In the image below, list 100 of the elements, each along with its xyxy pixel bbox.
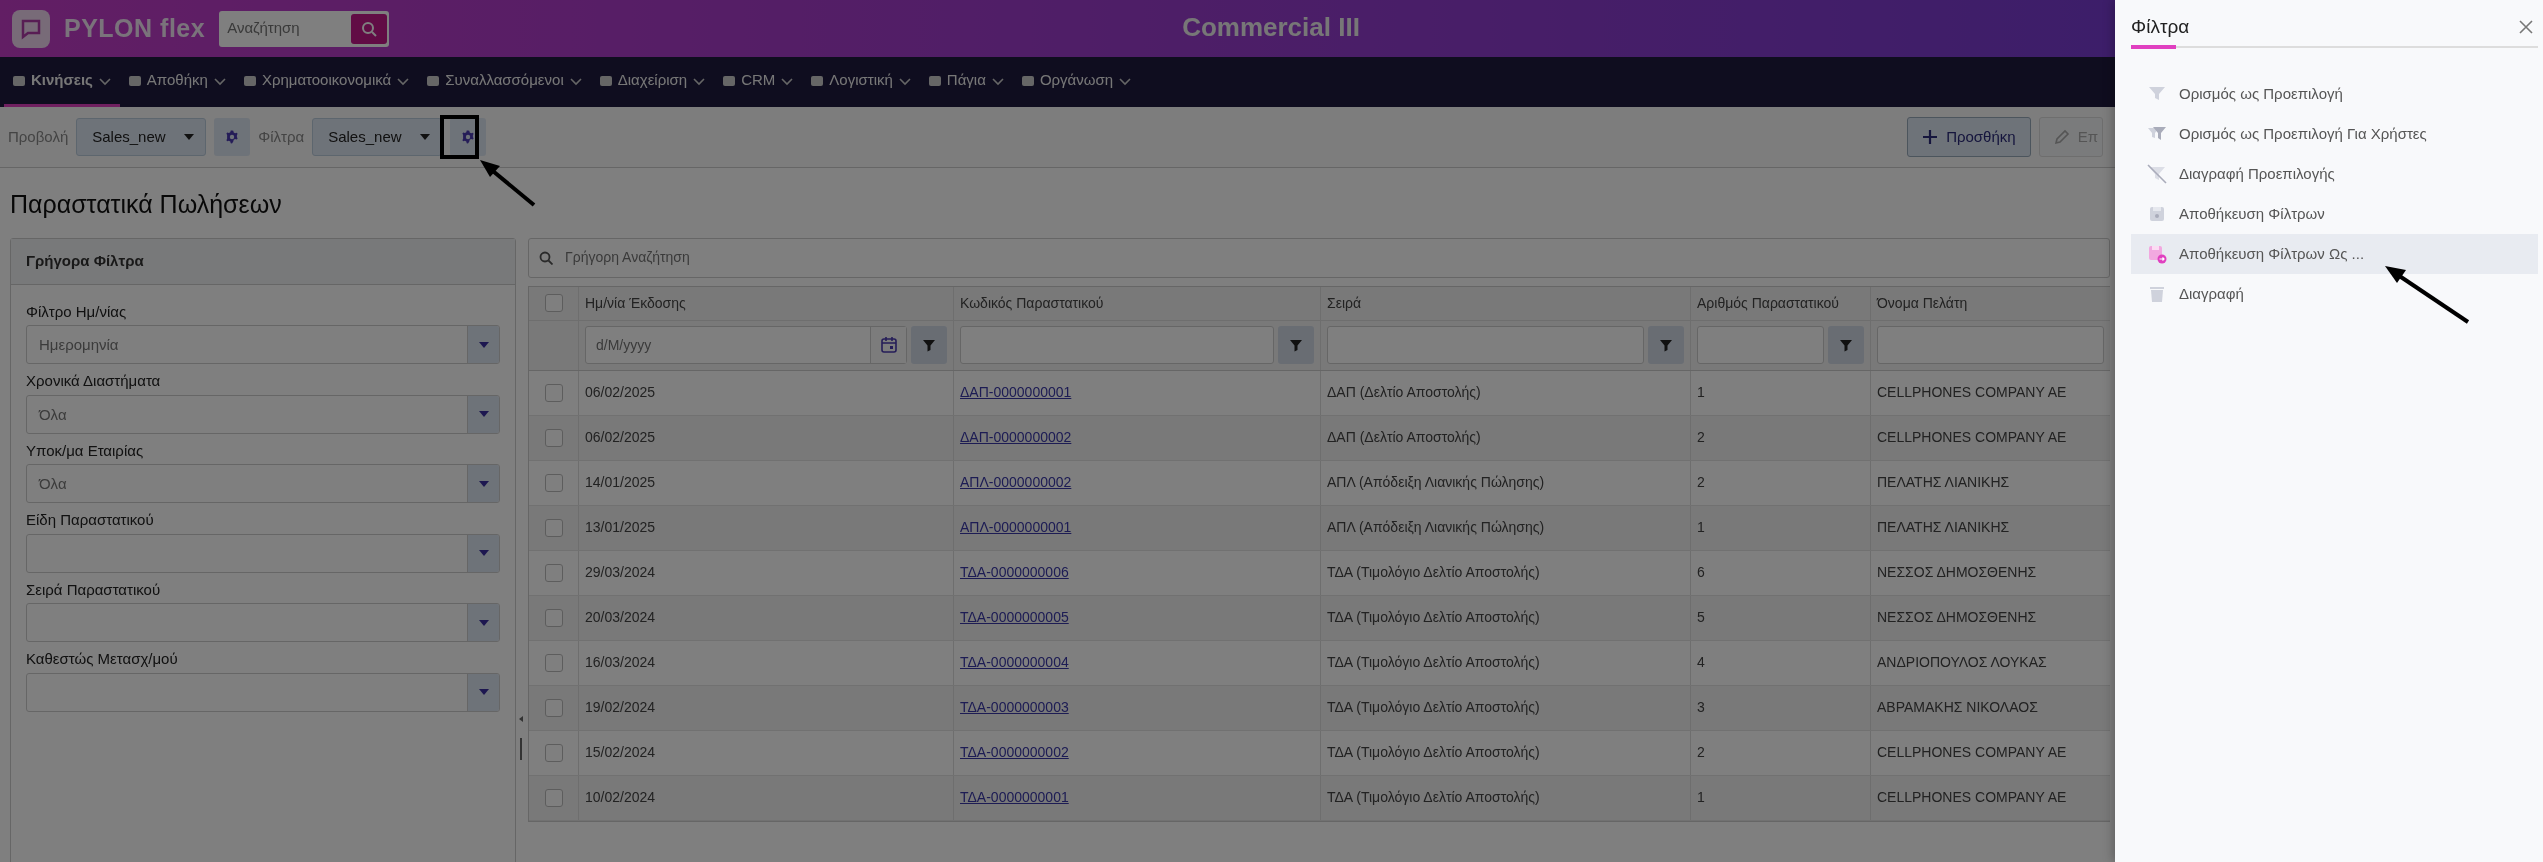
column-header[interactable]: Ημ/νία Έκδοσης — [579, 286, 954, 320]
document-link[interactable]: ΤΔΑ-0000000001 — [960, 787, 1069, 808]
menu-item[interactable]: Αποθήκη — [119, 57, 235, 107]
document-link[interactable]: ΤΔΑ-0000000006 — [960, 562, 1069, 583]
table-cell-text: 15/02/2024 — [585, 743, 656, 762]
quick-search-box[interactable]: Γρήγορη Αναζήτηση — [528, 237, 2110, 278]
menu-item[interactable]: Αποθήκευση Φίλτρων Ως ... — [2131, 234, 2538, 274]
checkbox[interactable] — [544, 608, 563, 627]
menu-item[interactable]: Συναλλασσόμενοι — [418, 57, 591, 107]
menu-item[interactable]: CRM — [714, 57, 803, 107]
checkbox[interactable] — [544, 788, 563, 807]
view-label: Προβολή — [8, 126, 69, 147]
select-field[interactable]: Όλα — [26, 464, 500, 503]
menu-item[interactable]: Αποθήκευση Φίλτρων — [2131, 194, 2538, 234]
collapse-handle-icon — [518, 716, 524, 760]
menu-item[interactable]: Διαγραφή — [2131, 274, 2538, 314]
filter-field[interactable] — [1877, 326, 2104, 364]
document-link[interactable]: ΤΔΑ-0000000005 — [960, 607, 1069, 628]
field-label: Είδη Παραστατικού — [26, 510, 155, 530]
select-field[interactable] — [26, 672, 500, 712]
table-cell-text: CELLPHONES COMPANY AE — [1877, 428, 2067, 447]
field-label: Χρονικά Διαστήματα — [26, 371, 162, 391]
checkbox[interactable] — [544, 698, 563, 717]
checkbox[interactable] — [544, 743, 563, 762]
filter-icon — [1659, 338, 1673, 352]
table-cell-text: 6 — [1697, 563, 1705, 582]
select-field[interactable] — [26, 603, 500, 642]
column-header[interactable]: Όνομα Πελάτη — [1871, 286, 2110, 320]
select-field[interactable]: Όλα — [26, 394, 500, 434]
checkbox[interactable] — [544, 294, 563, 312]
document-link[interactable]: ΤΔΑ-0000000002 — [960, 742, 1069, 763]
field-label: Φίλτρο Ημ/νίας — [26, 301, 128, 322]
checkbox[interactable] — [544, 653, 563, 672]
menu-item[interactable]: Πάγια — [919, 57, 1013, 107]
quick-search-input[interactable]: Γρήγορη Αναζήτηση — [563, 246, 2099, 269]
date-field[interactable]: d/M/yyyy — [585, 326, 907, 364]
select-field[interactable]: Ημερομηνία — [26, 325, 500, 364]
module-icon — [722, 73, 737, 88]
document-link[interactable]: ΔΑΠ-0000000002 — [960, 427, 1072, 448]
date-input[interactable]: d/M/yyyy — [586, 334, 870, 356]
table-cell-text: ΤΔΑ (Τιμολόγιο Δελτίο Αποστολής) — [1327, 698, 1540, 717]
filter-field[interactable] — [1697, 326, 1824, 364]
menu-item[interactable]: Διαχείριση — [590, 57, 715, 107]
search-box[interactable]: Αναζήτηση — [219, 10, 390, 47]
module-icon — [810, 73, 825, 88]
checkbox[interactable] — [544, 563, 563, 582]
table-cell-text: ΔΑΠ (Δελτίο Αποστολής) — [1327, 428, 1481, 447]
column-header[interactable]: Κωδικός Παραστατικού — [954, 286, 1321, 320]
filter-button[interactable] — [911, 326, 947, 364]
checkbox[interactable] — [544, 518, 563, 537]
logo-icon — [12, 9, 50, 48]
filters-label: Φίλτρα — [258, 126, 305, 147]
document-link[interactable]: ΔΑΠ-0000000001 — [960, 382, 1072, 403]
menu-item[interactable]: Ορισμός ως Προεπιλογή — [2131, 74, 2538, 114]
menu-item[interactable]: Διαγραφή Προεπιλογής — [2131, 154, 2538, 194]
settings-button[interactable] — [214, 118, 251, 156]
table-cell-text: 06/02/2025 — [585, 428, 656, 447]
table-cell-text: 2 — [1697, 473, 1705, 492]
filter-field[interactable] — [1327, 326, 1644, 364]
module-icon — [12, 73, 26, 88]
table-cell-text: CELLPHONES COMPANY AE — [1877, 788, 2067, 807]
menu-item[interactable]: Οργάνωση — [1012, 57, 1141, 107]
settings-icon — [460, 129, 477, 145]
filter-button[interactable] — [1648, 326, 1684, 364]
column-header[interactable]: Αριθμός Παραστατικού — [1691, 286, 1871, 320]
annotation-box — [440, 115, 479, 159]
table-cell-text: 2 — [1697, 428, 1705, 447]
view-dropdown[interactable]: Sales_new — [76, 118, 207, 156]
add-button[interactable]: Προσθήκη — [1907, 117, 2031, 157]
table-cell-text: 20/03/2024 — [585, 608, 656, 627]
close-icon — [2518, 19, 2534, 35]
filter-icon — [1839, 338, 1853, 352]
search-button[interactable] — [351, 13, 388, 44]
menu-item[interactable]: Χρηματοοικονομικά — [234, 57, 419, 107]
filter-button[interactable] — [1278, 326, 1314, 364]
table-cell-text: 3 — [1697, 698, 1705, 717]
column-header[interactable]: Σειρά — [1321, 286, 1691, 320]
field-label: Σειρά Παραστατικού — [26, 579, 162, 600]
document-link[interactable]: ΤΔΑ-0000000004 — [960, 652, 1069, 673]
filter-field[interactable] — [960, 326, 1274, 364]
table-cell-text: ΠΕΛΑΤΗΣ ΛΙΑΝΙΚΗΣ — [1877, 473, 2010, 492]
select-field[interactable] — [26, 533, 500, 573]
filter-button[interactable] — [1828, 326, 1864, 364]
menu-item[interactable]: Λογιστική — [802, 57, 920, 107]
document-link[interactable]: ΑΠΛ-0000000002 — [960, 472, 1072, 493]
table-cell-text: ΑΠΛ (Απόδειξη Λιανικής Πώλησης) — [1327, 473, 1545, 492]
table-cell-text: ΝΕΣΣΟΣ ΔΗΜΟΣΘΕΝΗΣ — [1877, 608, 2037, 627]
checkbox[interactable] — [544, 383, 563, 402]
document-link[interactable]: ΑΠΛ-0000000001 — [960, 517, 1072, 538]
funnel-off-icon — [2147, 164, 2167, 184]
filter-icon — [922, 338, 936, 352]
menu-item[interactable]: Ορισμός ως Προεπιλογή Για Χρήστες — [2131, 114, 2538, 154]
checkbox[interactable] — [544, 473, 563, 492]
search-input[interactable]: Αναζήτηση — [221, 16, 352, 41]
checkbox[interactable] — [544, 428, 563, 447]
caret-icon — [477, 409, 490, 419]
document-link[interactable]: ΤΔΑ-0000000003 — [960, 697, 1069, 718]
table-cell-text: 1 — [1697, 383, 1705, 402]
filter-dropdown[interactable]: Sales_new — [312, 118, 443, 156]
table-cell-text: ΔΑΠ (Δελτίο Αποστολής) — [1327, 383, 1481, 402]
